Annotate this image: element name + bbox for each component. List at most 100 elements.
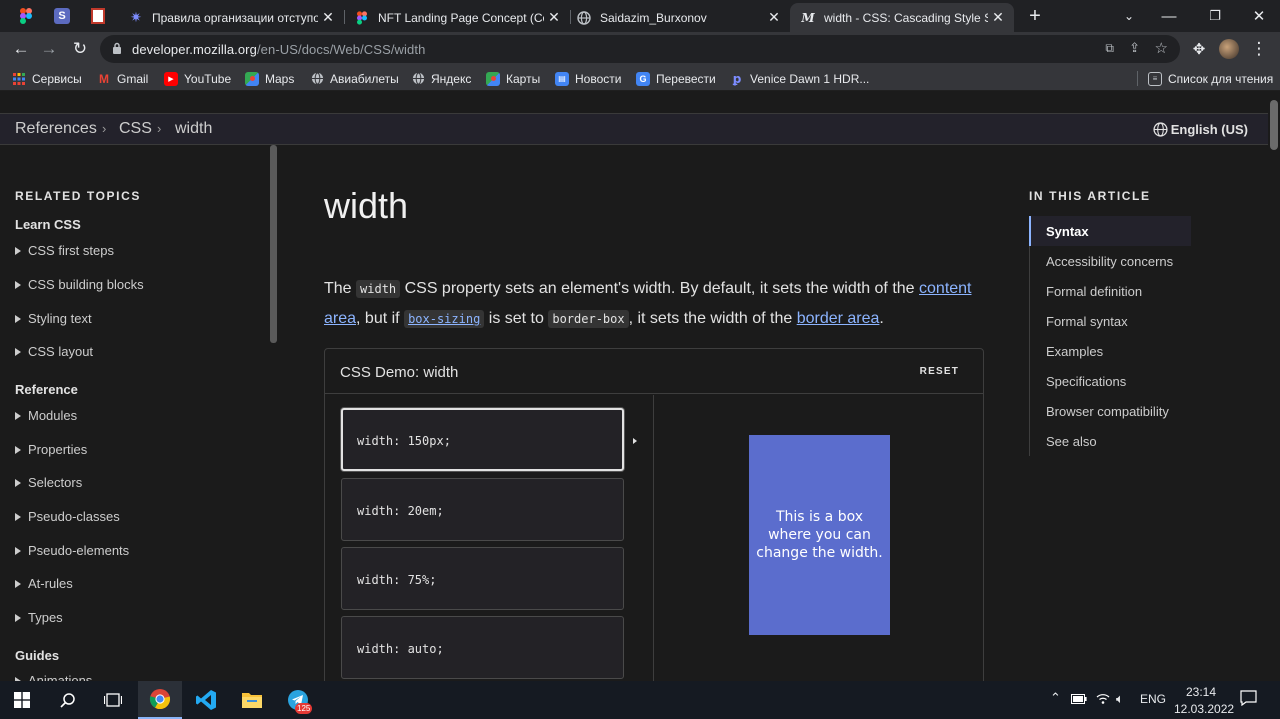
bookmark-news[interactable]: ▤ Новости xyxy=(555,70,621,87)
close-icon[interactable]: ✕ xyxy=(988,9,1008,26)
sidebar-item-types[interactable]: Types xyxy=(15,610,63,625)
bookmark-yandex[interactable]: Яндекс xyxy=(411,70,471,87)
toc-item-formal-syntax[interactable]: Formal syntax xyxy=(1046,314,1128,329)
sidebar-item-label: Pseudo-elements xyxy=(28,543,130,558)
page-scrollbar[interactable] xyxy=(1268,92,1280,681)
sidebar-item-properties[interactable]: Properties xyxy=(15,442,87,457)
clock-time[interactable]: 23:14 xyxy=(1186,685,1216,699)
toc-item-examples[interactable]: Examples xyxy=(1046,344,1103,359)
menu-icon[interactable]: ⋮ xyxy=(1246,36,1272,62)
back-button[interactable]: ← xyxy=(8,36,34,62)
close-icon[interactable]: ✕ xyxy=(544,9,564,26)
demo-choice-150px[interactable]: width: 150px; xyxy=(341,408,624,471)
demo-choice-auto[interactable]: width: auto; xyxy=(341,616,624,679)
language-switcher[interactable]: English (US) xyxy=(1153,122,1248,137)
extensions-icon[interactable]: ✥ xyxy=(1186,36,1212,62)
wifi-icon[interactable] xyxy=(1096,691,1110,708)
toc-item-syntax[interactable]: Syntax xyxy=(1046,224,1089,239)
url-text[interactable]: developer.mozilla.org/en-US/docs/Web/CSS… xyxy=(132,42,425,57)
figma-icon[interactable] xyxy=(16,6,36,26)
bookmark-aviatickets[interactable]: Авиабилеты xyxy=(310,70,399,87)
selected-arrow-icon xyxy=(633,438,637,444)
youtube-icon: ▶ xyxy=(164,71,178,86)
breadcrumb-references[interactable]: References xyxy=(15,120,97,138)
reading-list-icon: ≡ xyxy=(1148,71,1162,86)
search-icon[interactable] xyxy=(46,681,90,719)
windows-start-icon[interactable] xyxy=(0,681,44,719)
restore-button[interactable]: ❐ xyxy=(1192,0,1238,32)
toc-item-see-also[interactable]: See also xyxy=(1046,434,1097,449)
breadcrumb-width[interactable]: width xyxy=(175,120,212,138)
sidebar-item-selectors[interactable]: Selectors xyxy=(15,475,82,490)
toc-item-specifications[interactable]: Specifications xyxy=(1046,374,1126,389)
sidebar-scrollbar[interactable] xyxy=(270,145,277,343)
address-bar[interactable]: developer.mozilla.org/en-US/docs/Web/CSS… xyxy=(100,35,1180,63)
new-tab-button[interactable]: + xyxy=(1012,0,1058,32)
telegram-taskbar-icon[interactable]: 125 xyxy=(276,681,320,719)
vscode-taskbar-icon[interactable] xyxy=(184,681,228,719)
reload-button[interactable]: ↻ xyxy=(67,36,93,62)
reset-button[interactable]: RESET xyxy=(920,366,959,377)
avatar[interactable] xyxy=(1216,36,1242,62)
chevron-up-icon[interactable]: ⌃ xyxy=(1050,690,1061,706)
tab-3-active[interactable]: M width - CSS: Cascading Style She ✕ xyxy=(790,3,1014,32)
bookmark-maps[interactable]: Maps xyxy=(245,70,294,87)
breadcrumb-css[interactable]: CSS xyxy=(119,120,152,138)
page-content: References › CSS › width English (US) RE… xyxy=(0,92,1268,681)
star-icon[interactable]: ☆ xyxy=(1155,39,1168,57)
intro-text: CSS property sets an element's width. By… xyxy=(400,280,920,297)
tab-2[interactable]: Saidazim_Burxonov ✕ xyxy=(566,3,790,32)
sidebar-item-css-first-steps[interactable]: CSS first steps xyxy=(15,243,114,258)
reading-list-button[interactable]: ≡ Список для чтения xyxy=(1148,70,1273,87)
pinned-doc-icon[interactable] xyxy=(88,6,108,26)
demo-choice-20em[interactable]: width: 20em; xyxy=(341,478,624,541)
demo-choice-75-percent[interactable]: width: 75%; xyxy=(341,547,624,610)
volume-icon[interactable]: 🔈︎ xyxy=(1116,691,1124,707)
tab-1[interactable]: NFT Landing Page Concept (Com ✕ xyxy=(344,3,570,32)
clock-date[interactable]: 12.03.2022 xyxy=(1174,702,1234,716)
sidebar-item-css-layout[interactable]: CSS layout xyxy=(15,344,93,359)
bookmark-venice[interactable]: ꝑ Venice Dawn 1 HDR... xyxy=(730,70,870,87)
bookmark-label: Новости xyxy=(575,71,622,86)
chevron-right-icon: › xyxy=(102,121,107,136)
close-icon[interactable]: ✕ xyxy=(764,9,784,26)
sidebar-item-animations[interactable]: Animations xyxy=(15,673,92,681)
page-scrollbar-thumb[interactable] xyxy=(1270,100,1278,150)
toc-heading: IN THIS ARTICLE xyxy=(1029,189,1151,203)
chrome-taskbar-icon[interactable] xyxy=(138,681,182,719)
task-view-icon[interactable] xyxy=(91,681,135,719)
sidebar-item-at-rules[interactable]: At-rules xyxy=(15,576,73,591)
forward-button[interactable]: → xyxy=(36,36,62,62)
toc-item-browser-compatibility[interactable]: Browser compatibility xyxy=(1046,404,1169,419)
share-icon[interactable]: ⇪ xyxy=(1129,40,1140,56)
bookmark-youtube[interactable]: ▶ YouTube xyxy=(164,70,231,87)
minimize-button[interactable]: — xyxy=(1146,0,1192,32)
bookmark-services[interactable]: Сервисы xyxy=(12,70,82,87)
toc-item-accessibility-concerns[interactable]: Accessibility concerns xyxy=(1046,254,1173,269)
pinned-s-icon[interactable]: S xyxy=(52,6,72,26)
sidebar-item-pseudo-classes[interactable]: Pseudo-classes xyxy=(15,509,120,524)
tab-0[interactable]: ✷ Правила организации отступов ✕ xyxy=(118,3,344,32)
demo-divider xyxy=(653,395,654,681)
toc-item-formal-definition[interactable]: Formal definition xyxy=(1046,284,1142,299)
input-language[interactable]: ENG xyxy=(1140,692,1166,706)
file-explorer-taskbar-icon[interactable] xyxy=(230,681,274,719)
sidebar-item-css-building-blocks[interactable]: CSS building blocks xyxy=(15,277,144,292)
battery-icon[interactable] xyxy=(1071,693,1087,707)
translate-icon: G xyxy=(636,71,650,86)
translate-icon[interactable]: ⧉ xyxy=(1105,41,1114,56)
lock-icon[interactable] xyxy=(112,42,122,60)
close-icon[interactable]: ✕ xyxy=(318,9,338,26)
sidebar-item-label: Types xyxy=(28,610,63,625)
sidebar-item-pseudo-elements[interactable]: Pseudo-elements xyxy=(15,543,129,558)
bookmark-gmail[interactable]: M Gmail xyxy=(97,70,148,87)
box-sizing-link[interactable]: box-sizing xyxy=(404,310,485,328)
bookmark-karty[interactable]: Карты xyxy=(486,70,540,87)
sidebar-item-modules[interactable]: Modules xyxy=(15,408,77,423)
close-window-button[interactable]: ✕ xyxy=(1236,0,1280,32)
notifications-icon[interactable] xyxy=(1240,690,1257,709)
sidebar-item-styling-text[interactable]: Styling text xyxy=(15,311,92,326)
sidebar-item-label: Pseudo-classes xyxy=(28,509,120,524)
border-area-link[interactable]: border area xyxy=(797,310,880,327)
bookmark-translate[interactable]: G Перевести xyxy=(636,70,716,87)
